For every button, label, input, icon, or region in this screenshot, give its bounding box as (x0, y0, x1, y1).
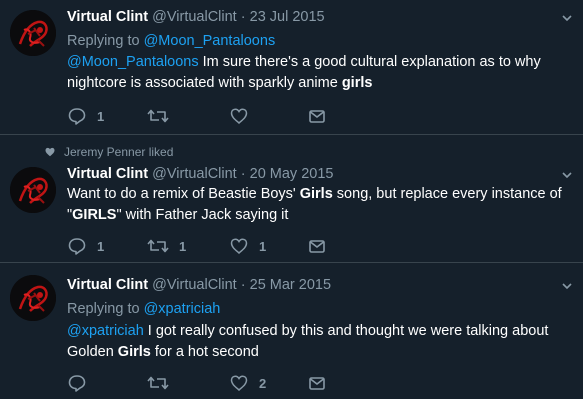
share-button[interactable] (307, 373, 327, 393)
reply-icon (68, 375, 86, 392)
tweet-date[interactable]: 20 May 2015 (250, 166, 334, 182)
avatar-image (10, 167, 56, 213)
retweet-icon (147, 109, 169, 123)
display-name[interactable]: Virtual Clint (67, 166, 148, 182)
highlighted-term: Girls (117, 344, 151, 360)
reply-button[interactable] (67, 373, 97, 393)
highlighted-term: Girls (299, 186, 333, 202)
text-segment: " with Father Jack saying it (116, 207, 289, 223)
tweet[interactable]: Virtual Clint @VirtualClint · 25 Mar 201… (0, 263, 583, 399)
replying-to-label: Replying to (67, 33, 140, 49)
tweet-actions: 1 1 1 (67, 236, 367, 256)
retweet-icon (147, 376, 169, 390)
handle[interactable]: @VirtualClint (152, 166, 237, 182)
chevron-down-icon[interactable] (561, 12, 573, 24)
highlighted-term: GIRLS (72, 207, 117, 223)
tweet-actions: 1 (67, 106, 367, 126)
avatar[interactable] (10, 167, 56, 213)
separator-dot: · (240, 277, 246, 293)
heart-icon (230, 375, 248, 391)
mention-link[interactable]: @Moon_Pantaloons (67, 54, 199, 70)
chevron-down-icon[interactable] (561, 280, 573, 292)
reply-mention-link[interactable]: @Moon_Pantaloons (144, 33, 276, 49)
social-context-label[interactable]: Jeremy Penner liked (64, 145, 173, 159)
share-button[interactable] (307, 106, 327, 126)
tweet-actions: 2 (67, 373, 367, 393)
avatar[interactable] (10, 275, 56, 321)
handle[interactable]: @VirtualClint (152, 277, 237, 293)
reply-icon (68, 108, 86, 125)
text-segment: Want to do a remix of Beastie Boys' (67, 186, 300, 202)
tweet-text: @Moon_Pantaloons Im sure there's a good … (67, 52, 567, 94)
tweet-text: @xpatriciah I got really confused by thi… (67, 321, 567, 363)
tweet-date[interactable]: 23 Jul 2015 (250, 9, 325, 25)
reply-count: 1 (97, 108, 105, 124)
mention-link[interactable]: @xpatriciah (67, 323, 144, 339)
display-name[interactable]: Virtual Clint (67, 9, 148, 25)
tweet-header: Virtual Clint @VirtualClint · 23 Jul 201… (67, 8, 325, 26)
separator-dot: · (240, 9, 246, 25)
share-icon (309, 377, 325, 390)
tweet[interactable]: Virtual Clint @VirtualClint · 23 Jul 201… (0, 0, 583, 135)
avatar-image (10, 275, 56, 321)
retweet-button[interactable]: 1 (147, 236, 186, 256)
retweet-icon (147, 239, 169, 253)
avatar[interactable] (10, 10, 56, 56)
heart-icon (230, 108, 248, 124)
chevron-down-icon[interactable] (561, 169, 573, 181)
like-button[interactable]: 1 (229, 236, 266, 256)
heart-icon (230, 238, 248, 254)
like-count: 2 (259, 375, 267, 391)
reply-button[interactable]: 1 (67, 236, 104, 256)
like-count: 1 (259, 238, 267, 254)
reply-mention-link[interactable]: @xpatriciah (144, 301, 221, 317)
retweet-button[interactable] (147, 373, 179, 393)
share-button[interactable] (307, 236, 327, 256)
reply-button[interactable]: 1 (67, 106, 104, 126)
share-icon (309, 110, 325, 123)
display-name[interactable]: Virtual Clint (67, 277, 148, 293)
like-button[interactable] (229, 106, 259, 126)
retweet-count: 1 (179, 238, 187, 254)
tweet-text: Want to do a remix of Beastie Boys' Girl… (67, 184, 567, 226)
reply-icon (68, 238, 86, 255)
handle[interactable]: @VirtualClint (152, 9, 237, 25)
highlighted-term: girls (341, 75, 373, 91)
separator-dot: · (240, 166, 246, 182)
replying-to: Replying to @Moon_Pantaloons (67, 32, 275, 50)
tweet-date[interactable]: 25 Mar 2015 (250, 277, 331, 293)
tweet-header: Virtual Clint @VirtualClint · 25 Mar 201… (67, 276, 331, 294)
avatar-image (10, 10, 56, 56)
retweet-button[interactable] (147, 106, 179, 126)
replying-to: Replying to @xpatriciah (67, 300, 220, 318)
like-button[interactable]: 2 (229, 373, 266, 393)
text-segment: for a hot second (150, 344, 259, 360)
heart-icon (45, 147, 55, 157)
tweet-header: Virtual Clint @VirtualClint · 20 May 201… (67, 165, 333, 183)
replying-to-label: Replying to (67, 301, 140, 317)
tweet[interactable]: Jeremy Penner liked Virtual Clint @Virtu… (0, 135, 583, 263)
reply-count: 1 (97, 238, 105, 254)
social-context: Jeremy Penner liked (44, 145, 173, 159)
share-icon (309, 240, 325, 253)
